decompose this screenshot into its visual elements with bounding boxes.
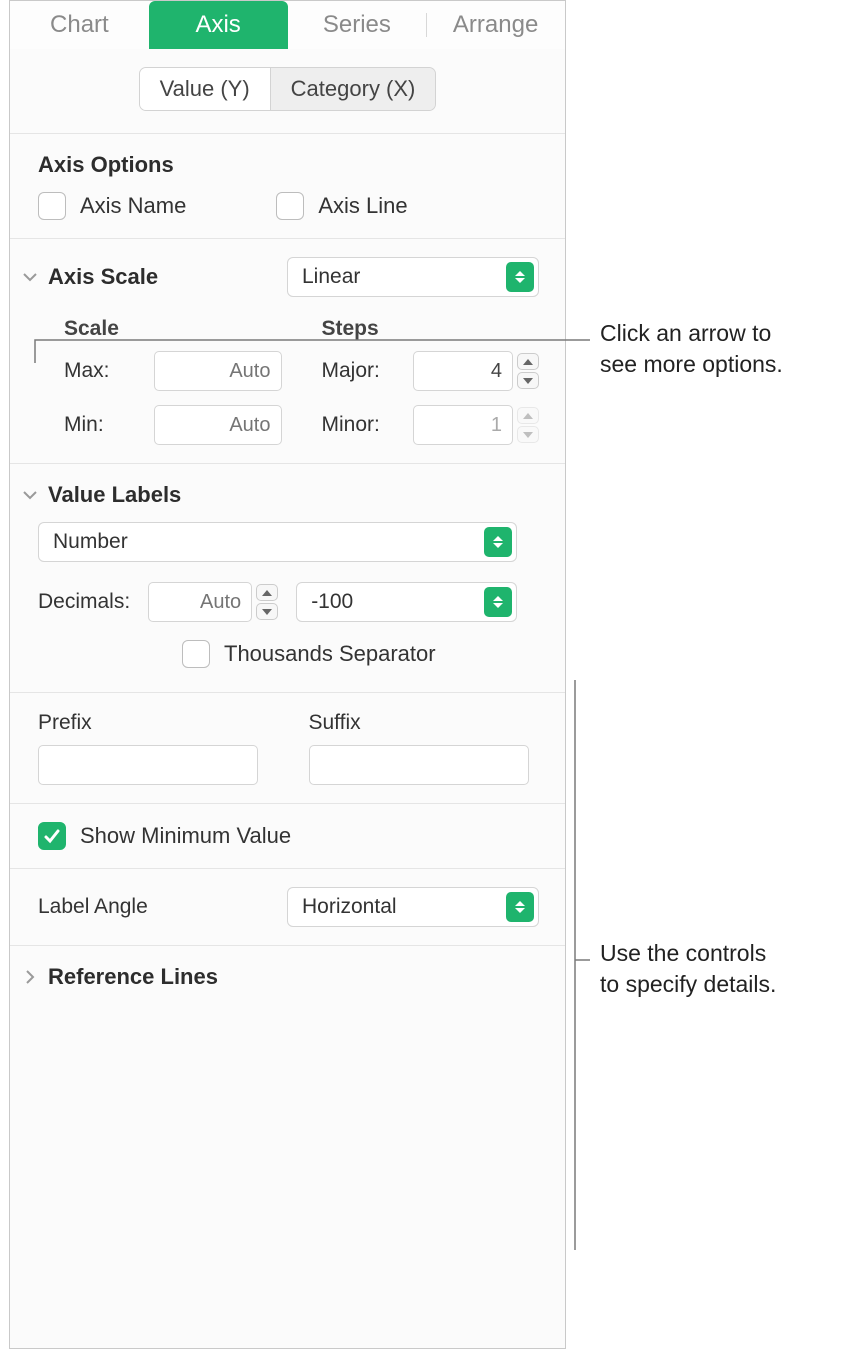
major-step-down[interactable] <box>517 372 539 389</box>
major-step-up[interactable] <box>517 353 539 370</box>
axis-scale-section: Axis Scale Linear Scale Max: Min: <box>10 239 565 464</box>
negative-popup[interactable]: -100 <box>296 582 517 622</box>
major-input[interactable]: 4 <box>413 351 513 391</box>
minor-step-down[interactable] <box>517 426 539 443</box>
minor-label: Minor: <box>322 413 380 437</box>
axis-name-checkbox[interactable] <box>38 192 66 220</box>
minor-step-up[interactable] <box>517 407 539 424</box>
axis-scale-popup[interactable]: Linear <box>287 257 539 297</box>
axis-line-label: Axis Line <box>318 193 407 219</box>
value-labels-section: Value Labels Number Decimals: <box>10 464 565 693</box>
axis-line-checkbox[interactable] <box>276 192 304 220</box>
max-label: Max: <box>64 359 110 383</box>
chevron-right-icon[interactable] <box>22 969 38 985</box>
popup-arrows-icon <box>484 527 512 557</box>
popup-arrows-icon <box>484 587 512 617</box>
thousands-label: Thousands Separator <box>224 641 436 667</box>
min-input[interactable] <box>154 405 282 445</box>
tab-chart[interactable]: Chart <box>10 1 149 49</box>
scale-subhead: Scale <box>64 317 282 341</box>
suffix-label: Suffix <box>309 711 540 735</box>
prefix-suffix-section: Prefix Suffix <box>10 693 565 804</box>
axis-options-heading: Axis Options <box>38 152 539 178</box>
thousands-checkbox[interactable] <box>182 640 210 668</box>
tab-arrange[interactable]: Arrange <box>426 1 565 49</box>
axis-options-section: Axis Options Axis Name Axis Line <box>10 134 565 239</box>
inspector-tabs: Chart Axis Series Arrange <box>10 1 565 49</box>
show-min-section: Show Minimum Value <box>10 804 565 869</box>
tab-series[interactable]: Series <box>288 1 427 49</box>
reference-lines-heading: Reference Lines <box>48 964 218 990</box>
popup-arrows-icon <box>506 892 534 922</box>
label-angle-label: Label Angle <box>38 895 148 919</box>
prefix-input[interactable] <box>38 745 258 785</box>
axis-type-row: Value (Y) Category (X) <box>10 49 565 134</box>
minor-input[interactable]: 1 <box>413 405 513 445</box>
axis-value-y[interactable]: Value (Y) <box>140 68 271 110</box>
callout-controls: Use the controlsto specify details. <box>600 938 776 1000</box>
tab-axis[interactable]: Axis <box>149 1 288 49</box>
decimals-label: Decimals: <box>38 590 130 614</box>
axis-name-label: Axis Name <box>80 193 186 219</box>
value-labels-heading: Value Labels <box>48 482 181 508</box>
chevron-down-icon[interactable] <box>22 269 38 285</box>
axis-scale-heading: Axis Scale <box>48 264 158 290</box>
min-label: Min: <box>64 413 104 437</box>
decimals-step-down[interactable] <box>256 603 278 620</box>
decimals-input[interactable] <box>148 582 252 622</box>
chevron-down-icon[interactable] <box>22 487 38 503</box>
show-min-checkbox[interactable] <box>38 822 66 850</box>
axis-category-x[interactable]: Category (X) <box>271 68 436 110</box>
major-label: Major: <box>322 359 380 383</box>
label-angle-popup[interactable]: Horizontal <box>287 887 539 927</box>
callout-arrow-options: Click an arrow tosee more options. <box>600 318 783 380</box>
show-min-label: Show Minimum Value <box>80 823 291 849</box>
label-angle-section: Label Angle Horizontal <box>10 869 565 946</box>
decimals-step-up[interactable] <box>256 584 278 601</box>
axis-type-segmented: Value (Y) Category (X) <box>139 67 437 111</box>
max-input[interactable] <box>154 351 282 391</box>
prefix-label: Prefix <box>38 711 269 735</box>
steps-subhead: Steps <box>322 317 540 341</box>
format-popup[interactable]: Number <box>38 522 517 562</box>
reference-lines-section: Reference Lines <box>10 946 565 1008</box>
popup-arrows-icon <box>506 262 534 292</box>
axis-inspector-panel: Chart Axis Series Arrange Value (Y) Cate… <box>9 0 566 1349</box>
suffix-input[interactable] <box>309 745 529 785</box>
